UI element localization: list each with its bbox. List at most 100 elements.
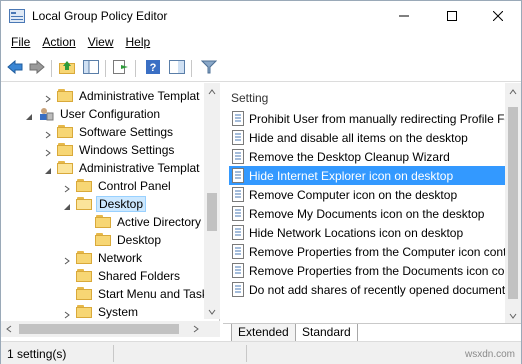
setting-column-header[interactable]: Setting xyxy=(231,91,268,105)
folder-open-icon xyxy=(57,161,73,175)
scroll-right-button[interactable] xyxy=(188,321,204,337)
tree-item[interactable]: Active Directory xyxy=(1,213,206,231)
up-one-level-button[interactable] xyxy=(57,59,77,77)
folder-icon xyxy=(95,215,111,229)
maximize-button[interactable] xyxy=(429,1,475,32)
tree-item[interactable]: Network xyxy=(1,249,206,267)
tree-item-label: Windows Settings xyxy=(79,143,175,157)
show-hide-tree-button[interactable] xyxy=(81,59,101,77)
menu-file-label: File xyxy=(11,35,31,49)
settings-vertical-scrollbar[interactable] xyxy=(505,83,521,323)
menu-action[interactable]: Action xyxy=(36,32,81,53)
settings-list-pane[interactable]: Setting Prohibit User from manually redi… xyxy=(223,83,521,323)
tree-item-label: System xyxy=(98,305,139,319)
setting-row[interactable]: Remove Computer icon on the desktop xyxy=(229,185,521,204)
folder-icon xyxy=(76,179,92,193)
setting-row[interactable]: Remove Properties from the Computer icon… xyxy=(229,242,521,261)
back-button[interactable] xyxy=(5,59,25,77)
tab-extended-label: Extended xyxy=(238,325,289,339)
chevron-right-icon[interactable] xyxy=(44,92,52,103)
scroll-left-button[interactable] xyxy=(1,321,17,337)
scroll-thumb[interactable] xyxy=(207,193,217,231)
tree-item[interactable]: Desktop xyxy=(1,231,206,249)
scroll-down-button[interactable] xyxy=(204,303,220,319)
setting-row[interactable]: Do not add shares of recently opened doc… xyxy=(229,280,521,299)
folder-icon xyxy=(76,251,92,265)
toolbar-separator xyxy=(51,60,52,77)
back-arrow-icon xyxy=(7,59,23,77)
chevron-down-icon[interactable] xyxy=(44,164,52,174)
menu-action-label: Action xyxy=(42,35,76,49)
chevron-right-icon[interactable] xyxy=(44,128,52,139)
policy-setting-icon xyxy=(231,187,245,202)
close-button[interactable] xyxy=(475,1,521,32)
chevron-down-icon[interactable] xyxy=(63,200,71,210)
tree-item-label: Desktop xyxy=(96,196,147,212)
forward-button[interactable] xyxy=(27,59,47,77)
tree-item-label: Shared Folders xyxy=(98,269,181,283)
tab-standard-label: Standard xyxy=(302,325,351,339)
chevron-right-icon[interactable] xyxy=(44,146,52,157)
setting-row[interactable]: Remove the Desktop Cleanup Wizard xyxy=(229,147,521,166)
menu-file[interactable]: File xyxy=(5,32,36,53)
chevron-up-icon xyxy=(208,84,216,98)
tree-item[interactable]: Software Settings xyxy=(1,123,206,141)
scroll-up-button[interactable] xyxy=(204,83,220,99)
properties-pane-icon xyxy=(169,59,185,77)
menu-view[interactable]: View xyxy=(82,32,120,53)
status-divider xyxy=(246,345,247,362)
scroll-thumb[interactable] xyxy=(508,107,518,299)
tree-item[interactable]: System xyxy=(1,303,206,321)
tree-vertical-scrollbar[interactable] xyxy=(204,83,220,319)
chevron-right-icon[interactable] xyxy=(63,182,71,193)
chevron-left-icon xyxy=(6,322,12,336)
tree-pane[interactable]: Administrative Templat User Configuratio… xyxy=(1,83,220,336)
menu-help[interactable]: Help xyxy=(120,32,157,53)
setting-row-selected[interactable]: Hide Internet Explorer icon on desktop xyxy=(229,166,521,185)
chevron-down-icon[interactable] xyxy=(25,110,33,120)
tab-standard[interactable]: Standard xyxy=(295,324,358,342)
tree-item[interactable]: Administrative Templat xyxy=(1,87,206,105)
tree-item-label: Desktop xyxy=(117,233,162,247)
folder-open-icon xyxy=(76,197,92,211)
scroll-down-button[interactable] xyxy=(505,307,521,323)
setting-row[interactable]: Remove My Documents icon on the desktop xyxy=(229,204,521,223)
chevron-right-icon[interactable] xyxy=(63,254,71,265)
help-button[interactable]: ? xyxy=(143,59,163,77)
export-list-button[interactable] xyxy=(111,59,131,77)
tree-item[interactable]: Control Panel xyxy=(1,177,206,195)
tree-item[interactable]: User Configuration xyxy=(1,105,206,123)
chevron-right-icon xyxy=(193,322,199,336)
tree-item[interactable]: Start Menu and Task xyxy=(1,285,208,303)
policy-setting-icon xyxy=(231,130,245,145)
tree-item[interactable]: Windows Settings xyxy=(1,141,206,159)
close-icon xyxy=(492,10,504,24)
tree-item-label: User Configuration xyxy=(60,107,161,121)
tree-item[interactable]: Shared Folders xyxy=(1,267,206,285)
setting-row[interactable]: Hide and disable all items on the deskto… xyxy=(229,128,521,147)
chevron-right-icon[interactable] xyxy=(63,308,71,319)
status-text: 1 setting(s) xyxy=(7,347,67,361)
window-title: Local Group Policy Editor xyxy=(32,9,168,23)
chevron-down-icon xyxy=(509,308,517,322)
tree-item-selected[interactable]: Desktop xyxy=(1,195,206,213)
policy-setting-icon xyxy=(231,225,245,240)
setting-label: Remove My Documents icon on the desktop xyxy=(249,207,485,221)
status-divider xyxy=(113,345,114,362)
policy-setting-icon xyxy=(231,149,245,164)
filter-button[interactable] xyxy=(199,59,219,77)
scroll-up-button[interactable] xyxy=(505,83,521,99)
status-bar: 1 setting(s) wsxdn.com xyxy=(1,341,521,364)
properties-pane-button[interactable] xyxy=(167,59,187,77)
minimize-button[interactable] xyxy=(381,1,427,32)
tree-item[interactable]: Administrative Templat xyxy=(1,159,206,177)
setting-row[interactable]: Remove Properties from the Documents ico… xyxy=(229,261,521,280)
setting-label: Remove Computer icon on the desktop xyxy=(249,188,458,202)
setting-row[interactable]: Hide Network Locations icon on desktop xyxy=(229,223,521,242)
policy-setting-icon xyxy=(231,111,245,126)
export-list-icon xyxy=(113,59,129,77)
tree-horizontal-scrollbar[interactable] xyxy=(1,321,220,337)
setting-row[interactable]: Prohibit User from manually redirecting … xyxy=(229,109,521,128)
tab-extended[interactable]: Extended xyxy=(231,324,296,342)
scroll-thumb[interactable] xyxy=(19,324,179,334)
